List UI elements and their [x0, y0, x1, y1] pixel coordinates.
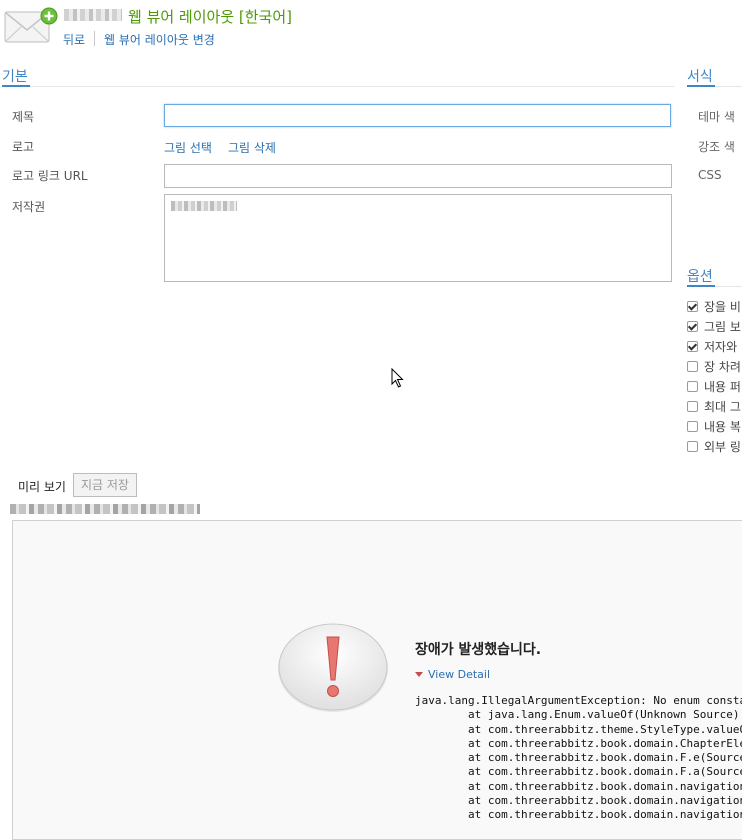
- delete-image-link[interactable]: 그림 삭제: [228, 139, 276, 156]
- view-detail-label: View Detail: [428, 668, 491, 681]
- section-title-basic: 기본: [2, 69, 28, 85]
- exclamation-warning-icon: [278, 623, 388, 712]
- option-item[interactable]: 외부 링: [687, 438, 741, 455]
- back-link[interactable]: 뒤로: [63, 31, 85, 48]
- option-checkbox[interactable]: [687, 381, 698, 392]
- option-checkbox[interactable]: [687, 401, 698, 412]
- section-underline: [2, 85, 30, 87]
- logo-link-url-label: 로고 링크 URL: [12, 169, 88, 183]
- select-image-link[interactable]: 그림 선택: [164, 139, 212, 156]
- option-label: 내용 퍼: [704, 380, 741, 394]
- stack-trace: java.lang.IllegalArgumentException: No e…: [415, 694, 742, 823]
- copyright-text-redacted: [171, 201, 237, 211]
- stack-trace-line: at com.threerabbitz.theme.StyleType.valu…: [415, 722, 742, 736]
- stack-trace-line: at com.threerabbitz.book.domain.F.e(Sour…: [415, 751, 742, 765]
- option-checkbox[interactable]: [687, 341, 698, 352]
- option-item[interactable]: 저자와: [687, 338, 737, 355]
- option-checkbox[interactable]: [687, 321, 698, 332]
- option-item[interactable]: 그림 보: [687, 318, 741, 335]
- page-title: 웹 뷰어 레이아웃 [한국어]: [128, 8, 293, 26]
- header-divider: [94, 31, 95, 46]
- option-label: 그림 보: [704, 320, 741, 334]
- option-label: 장을 비: [704, 300, 741, 314]
- option-label: 외부 링: [704, 440, 741, 454]
- stack-trace-line: at com.threerabbitz.book.domain.F.a(Sour…: [415, 765, 742, 779]
- title-input[interactable]: [164, 104, 671, 127]
- logo-label: 로고: [12, 140, 35, 154]
- section-divider: [2, 86, 674, 87]
- option-checkbox[interactable]: [687, 441, 698, 452]
- option-item[interactable]: 내용 복: [687, 418, 741, 435]
- option-checkbox[interactable]: [687, 301, 698, 312]
- copyright-textarea[interactable]: [164, 194, 672, 282]
- section-underline: [687, 285, 715, 287]
- option-label: 내용 복: [704, 420, 741, 434]
- option-item[interactable]: 내용 퍼: [687, 378, 741, 395]
- stack-trace-line: at com.threerabbitz.book.domain.navigati…: [415, 779, 742, 793]
- option-item[interactable]: 장을 비: [687, 298, 741, 315]
- envelope-add-icon: [4, 7, 58, 43]
- accent-color-label: 강조 색: [698, 140, 735, 154]
- change-layout-link[interactable]: 웹 뷰어 레이아웃 변경: [104, 31, 215, 48]
- error-title: 장애가 발생했습니다.: [415, 642, 542, 658]
- section-underline: [687, 85, 715, 87]
- logo-link-url-input[interactable]: [164, 164, 672, 188]
- section-title-format: 서식: [687, 69, 713, 85]
- option-checkbox[interactable]: [687, 361, 698, 372]
- copyright-label: 저작권: [12, 200, 46, 214]
- preview-label: 미리 보기: [18, 480, 66, 494]
- book-name-redacted: [64, 9, 122, 21]
- stack-trace-line: at com.threerabbitz.book.domain.navigati…: [415, 794, 742, 808]
- section-title-options: 옵션: [687, 269, 713, 285]
- stack-trace-line: at java.lang.Enum.valueOf(Unknown Source…: [415, 708, 740, 722]
- option-item[interactable]: 장 차려: [687, 358, 741, 375]
- save-now-button[interactable]: 지금 저장: [73, 473, 137, 497]
- stack-trace-line: java.lang.IllegalArgumentException: No e…: [415, 694, 742, 707]
- title-label: 제목: [12, 110, 35, 124]
- option-item[interactable]: 최대 그: [687, 398, 741, 415]
- mouse-cursor-icon: [391, 368, 404, 388]
- view-detail-toggle[interactable]: View Detail: [415, 668, 490, 681]
- option-label: 저자와: [704, 340, 738, 354]
- option-label: 최대 그: [704, 400, 741, 414]
- option-checkbox[interactable]: [687, 421, 698, 432]
- triangle-down-icon: [415, 672, 423, 677]
- theme-color-label: 테마 색: [698, 110, 735, 124]
- css-label: CSS: [698, 168, 722, 182]
- preview-url-redacted: [10, 504, 200, 514]
- stack-trace-line: at com.threerabbitz.book.domain.ChapterE…: [415, 736, 742, 750]
- option-label: 장 차려: [704, 360, 741, 374]
